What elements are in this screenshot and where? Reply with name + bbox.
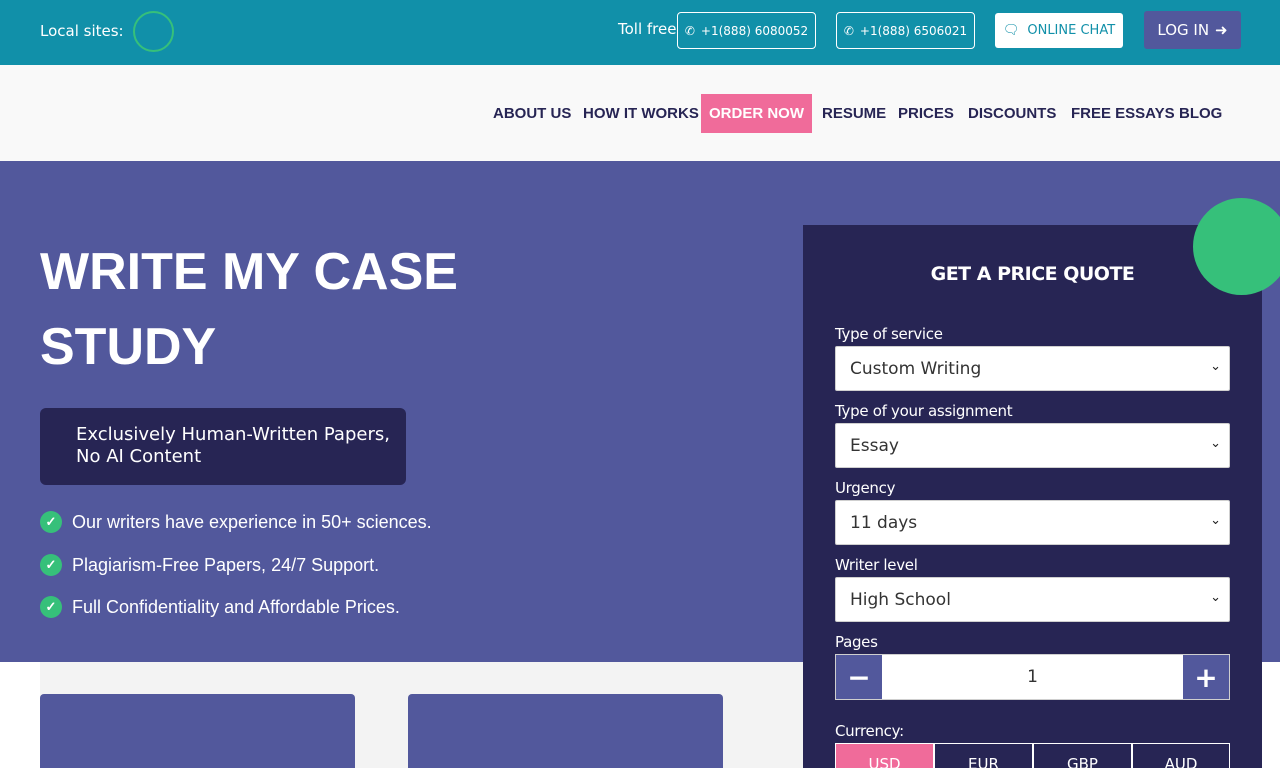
urgency-value: 11 days <box>850 512 918 533</box>
online-chat-button[interactable]: 🗨 ONLINE CHAT <box>995 13 1123 48</box>
nav-order-now[interactable]: ORDER NOW <box>701 94 812 133</box>
info-card <box>40 694 355 768</box>
info-card <box>408 694 723 768</box>
feature-text: Plagiarism-Free Papers, 24/7 Support. <box>72 554 380 575</box>
human-written-badge: Exclusively Human-Written Papers, No AI … <box>40 408 406 485</box>
badge-line-2: No AI Content <box>76 446 202 467</box>
currency-gbp-button[interactable]: GBP <box>1033 743 1132 768</box>
feature-item: ✓ Our writers have experience in 50+ sci… <box>40 511 432 533</box>
service-value: Custom Writing <box>850 358 982 379</box>
badge-line-1: Exclusively Human-Written Papers, <box>76 424 390 445</box>
login-label: LOG IN <box>1157 21 1210 39</box>
feature-text: Full Confidentiality and Affordable Pric… <box>72 596 400 617</box>
sign-in-icon: ➜ <box>1215 21 1228 39</box>
check-circle-icon: ✓ <box>40 596 62 618</box>
minus-icon: − <box>847 660 871 694</box>
local-sites-selector[interactable] <box>133 11 174 52</box>
feature-item: ✓ Full Confidentiality and Affordable Pr… <box>40 596 400 618</box>
phone-icon: ✆ <box>684 23 695 38</box>
phone-number-1: +1(888) 6080052 <box>700 23 809 38</box>
pages-label: Pages <box>835 633 878 651</box>
nav-discounts[interactable]: DISCOUNTS <box>968 105 1056 122</box>
page-title: WRITE MY CASE STUDY <box>40 243 458 376</box>
chevron-down-icon: ⌄ <box>1210 359 1221 374</box>
chat-bubble-icon: 🗨 <box>1002 23 1020 38</box>
pages-stepper: − 1 + <box>835 654 1230 700</box>
currency-label: Currency: <box>835 722 904 740</box>
main-nav: ABOUT US HOW IT WORKS ORDER NOW RESUME P… <box>0 65 1280 161</box>
nav-about-us[interactable]: ABOUT US <box>493 105 571 122</box>
currency-usd-button[interactable]: USD <box>835 743 934 768</box>
phone-button-2[interactable]: ✆ +1(888) 6506021 <box>836 12 975 49</box>
pages-input[interactable]: 1 <box>882 655 1183 699</box>
service-label: Type of service <box>835 325 943 343</box>
check-circle-icon: ✓ <box>40 511 62 533</box>
check-circle-icon: ✓ <box>40 554 62 576</box>
writer-level-label: Writer level <box>835 556 918 574</box>
local-sites-label: Local sites: <box>40 22 124 40</box>
pages-increment-button[interactable]: + <box>1183 655 1229 699</box>
plus-icon: + <box>1194 660 1218 694</box>
login-button[interactable]: LOG IN ➜ <box>1144 11 1241 49</box>
phone-button-1[interactable]: ✆ +1(888) 6080052 <box>677 12 816 49</box>
urgency-select[interactable]: 11 days ⌄ <box>835 500 1230 545</box>
price-quote-title: GET A PRICE QUOTE <box>930 263 1135 285</box>
assignment-label: Type of your assignment <box>835 402 1013 420</box>
nav-resume[interactable]: RESUME <box>822 105 886 122</box>
currency-eur-button[interactable]: EUR <box>934 743 1033 768</box>
online-chat-label: ONLINE CHAT <box>1027 23 1116 38</box>
chevron-down-icon: ⌄ <box>1210 513 1221 528</box>
currency-aud-button[interactable]: AUD <box>1132 743 1230 768</box>
urgency-label: Urgency <box>835 479 896 497</box>
chevron-down-icon: ⌄ <box>1210 590 1221 605</box>
writer-level-select[interactable]: High School ⌄ <box>835 577 1230 622</box>
chevron-down-icon: ⌄ <box>1210 436 1221 451</box>
feature-text: Our writers have experience in 50+ scien… <box>72 511 432 532</box>
phone-icon: ✆ <box>843 23 854 38</box>
assignment-value: Essay <box>850 435 899 456</box>
nav-how-it-works[interactable]: HOW IT WORKS <box>583 105 699 122</box>
assignment-select[interactable]: Essay ⌄ <box>835 423 1230 468</box>
phone-number-2: +1(888) 6506021 <box>859 23 968 38</box>
nav-blog[interactable]: BLOG <box>1179 105 1222 122</box>
toll-free-label: Toll free <box>618 20 677 38</box>
feature-item: ✓ Plagiarism-Free Papers, 24/7 Support. <box>40 554 379 576</box>
pages-decrement-button[interactable]: − <box>836 655 882 699</box>
nav-free-essays[interactable]: FREE ESSAYS <box>1071 105 1175 122</box>
nav-prices[interactable]: PRICES <box>898 105 954 122</box>
service-select[interactable]: Custom Writing ⌄ <box>835 346 1230 391</box>
writer-level-value: High School <box>850 589 951 610</box>
